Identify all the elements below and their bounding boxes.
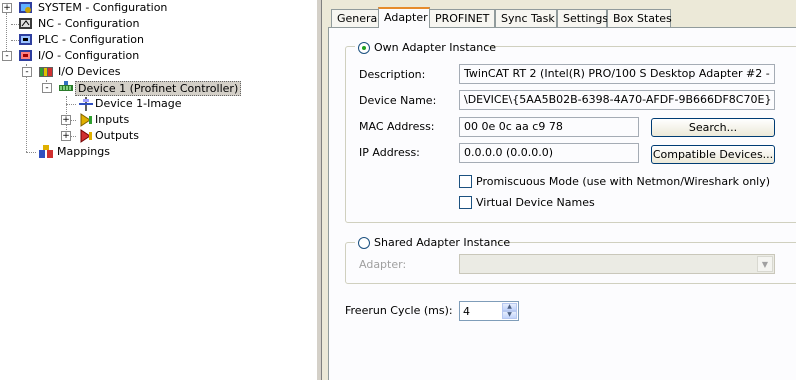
system-config-icon (18, 0, 34, 16)
tree-item-system[interactable]: SYSTEM - Configuration (36, 0, 169, 15)
freerun-cycle-value[interactable]: 4 (463, 304, 470, 319)
mappings-icon (38, 144, 54, 160)
shared-adapter-combo-label: Adapter: (359, 258, 407, 271)
compatible-devices-button[interactable]: Compatible Devices... (651, 145, 775, 164)
promiscuous-label[interactable]: Promiscuous Mode (use with Netmon/Wiresh… (476, 175, 770, 189)
tree-expander[interactable]: + (61, 131, 71, 141)
tree-view[interactable]: + SYSTEM - Configuration NC - Configurat… (0, 0, 316, 380)
plc-config-icon (18, 32, 34, 48)
process-image-icon (78, 96, 94, 112)
device-name-label: Device Name: (359, 94, 437, 107)
description-field[interactable]: TwinCAT RT 2 (Intel(R) PRO/100 S Desktop… (459, 64, 775, 84)
tab-settings[interactable]: Settings (557, 9, 608, 27)
mac-address-label: MAC Address: (359, 120, 435, 133)
chevron-down-icon: ▼ (757, 256, 773, 272)
tab-adapter[interactable]: Adapter (378, 7, 430, 28)
tab-general[interactable]: General (331, 9, 380, 27)
nc-config-icon (18, 16, 34, 32)
tree-item-outputs[interactable]: Outputs (93, 128, 141, 143)
spin-down-icon[interactable]: ▼ (502, 311, 517, 319)
tree-item-io-devices[interactable]: I/O Devices (56, 64, 122, 79)
device-name-field[interactable]: \DEVICE\{5AA5B02B-6398-4A70-AFDF-9B666DF… (459, 90, 775, 110)
tree-line (66, 104, 76, 105)
search-button[interactable]: Search... (651, 118, 775, 137)
radio-selected-dot (362, 46, 366, 50)
profinet-device-icon (58, 80, 74, 96)
ip-address-field[interactable]: 0.0.0.0 (0.0.0.0) (459, 143, 639, 163)
tab-box-states[interactable]: Box States (607, 9, 672, 27)
tree-expander[interactable]: + (2, 3, 12, 13)
virtual-names-label[interactable]: Virtual Device Names (476, 196, 595, 210)
spin-up-icon[interactable]: ▲ (502, 303, 517, 311)
freerun-cycle-spinner[interactable]: 4 ▲ ▼ (459, 301, 519, 321)
tree-item-io[interactable]: I/O - Configuration (36, 48, 141, 63)
tree-item-inputs[interactable]: Inputs (93, 112, 131, 127)
tab-profinet[interactable]: PROFINET (429, 9, 495, 27)
tab-sync-task[interactable]: Sync Task (495, 9, 557, 27)
promiscuous-checkbox[interactable] (459, 175, 472, 188)
tree-line (26, 152, 36, 153)
virtual-names-checkbox[interactable] (459, 196, 472, 209)
tree-item-device-1[interactable]: Device 1 (Profinet Controller) (75, 81, 242, 96)
io-config-icon (18, 48, 34, 64)
io-devices-icon (38, 64, 54, 80)
own-adapter-radio[interactable] (358, 42, 370, 54)
description-label: Description: (359, 68, 426, 81)
tree-line (26, 64, 27, 152)
outputs-icon (78, 128, 94, 144)
tree-item-device-1-image[interactable]: Device 1-Image (93, 96, 184, 111)
shared-adapter-radio[interactable] (358, 237, 370, 249)
shared-adapter-label[interactable]: Shared Adapter Instance (374, 236, 510, 250)
own-adapter-label[interactable]: Own Adapter Instance (374, 41, 496, 55)
adapter-panel: Own Adapter Instance Description: TwinCA… (328, 27, 796, 380)
properties-pane: General Adapter PROFINET Sync Task Setti… (322, 0, 796, 380)
tree-item-mappings[interactable]: Mappings (55, 144, 112, 159)
tree-expander[interactable]: - (22, 67, 32, 77)
inputs-icon (78, 112, 94, 128)
shared-adapter-combo: ▼ (459, 254, 775, 274)
mac-address-field[interactable]: 00 0e 0c aa c9 78 (459, 117, 639, 137)
freerun-label: Freerun Cycle (ms): (345, 304, 453, 317)
tree-expander[interactable]: - (42, 83, 52, 93)
tree-item-plc[interactable]: PLC - Configuration (36, 32, 146, 47)
tree-expander[interactable]: + (61, 115, 71, 125)
ip-address-label: IP Address: (359, 146, 420, 159)
tree-item-nc[interactable]: NC - Configuration (36, 16, 141, 31)
tree-expander[interactable]: - (2, 51, 12, 61)
